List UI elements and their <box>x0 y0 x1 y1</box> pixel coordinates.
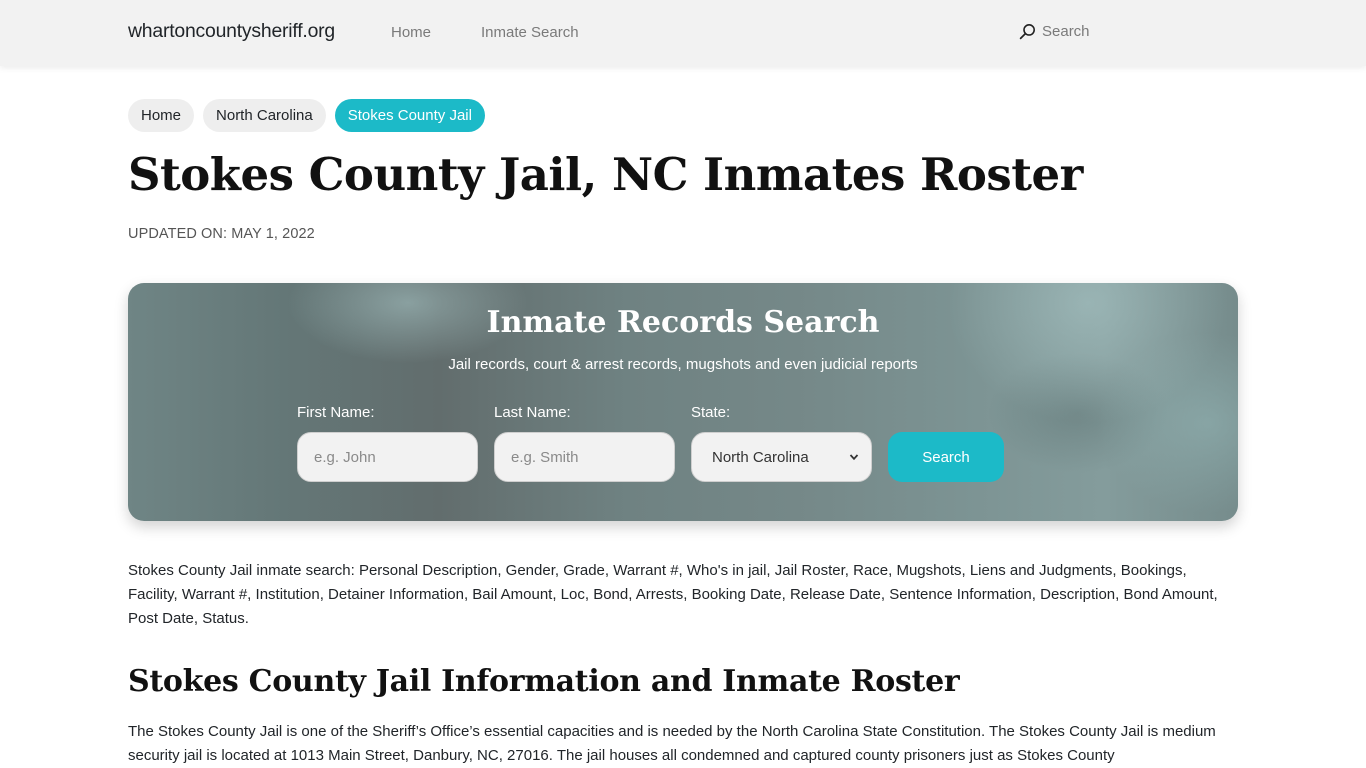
search-submit-button[interactable]: Search <box>888 432 1004 482</box>
state-label: State: <box>691 404 731 421</box>
first-name-input[interactable] <box>297 432 478 482</box>
section-heading: Stokes County Jail Information and Inmat… <box>128 664 960 699</box>
page-title: Stokes County Jail, NC Inmates Roster <box>128 148 1083 201</box>
inmate-search-card: Inmate Records Search Jail records, cour… <box>128 283 1238 521</box>
last-name-input[interactable] <box>494 432 675 482</box>
breadcrumb-north-carolina[interactable]: North Carolina <box>203 99 326 132</box>
state-selected-value: North Carolina <box>712 448 809 466</box>
nav-link-home[interactable]: Home <box>391 24 431 41</box>
state-select[interactable]: North Carolina <box>691 432 872 482</box>
site-brand-link[interactable]: whartoncountysheriff.org <box>128 21 335 43</box>
breadcrumb-stokes-county-jail[interactable]: Stokes County Jail <box>334 99 485 132</box>
search-card-subtitle: Jail records, court & arrest records, mu… <box>448 356 918 373</box>
breadcrumb: Home North Carolina Stokes County Jail <box>128 99 485 132</box>
last-name-label: Last Name: <box>494 404 571 421</box>
updated-date: UPDATED ON: MAY 1, 2022 <box>128 226 315 242</box>
chevron-down-icon <box>849 454 859 461</box>
nav-link-inmate-search[interactable]: Inmate Search <box>481 24 579 41</box>
search-card-title: Inmate Records Search <box>486 305 880 340</box>
intro-paragraph: Stokes County Jail inmate search: Person… <box>128 562 1218 627</box>
search-icon <box>1019 24 1035 40</box>
section-paragraph: The Stokes County Jail is one of the She… <box>128 723 1216 764</box>
top-navbar: whartoncountysheriff.org Home Inmate Sea… <box>0 0 1366 66</box>
nav-search-label: Search <box>1042 23 1090 40</box>
breadcrumb-home[interactable]: Home <box>128 99 195 132</box>
first-name-label: First Name: <box>297 404 375 421</box>
nav-search-button[interactable]: Search <box>1019 23 1090 40</box>
